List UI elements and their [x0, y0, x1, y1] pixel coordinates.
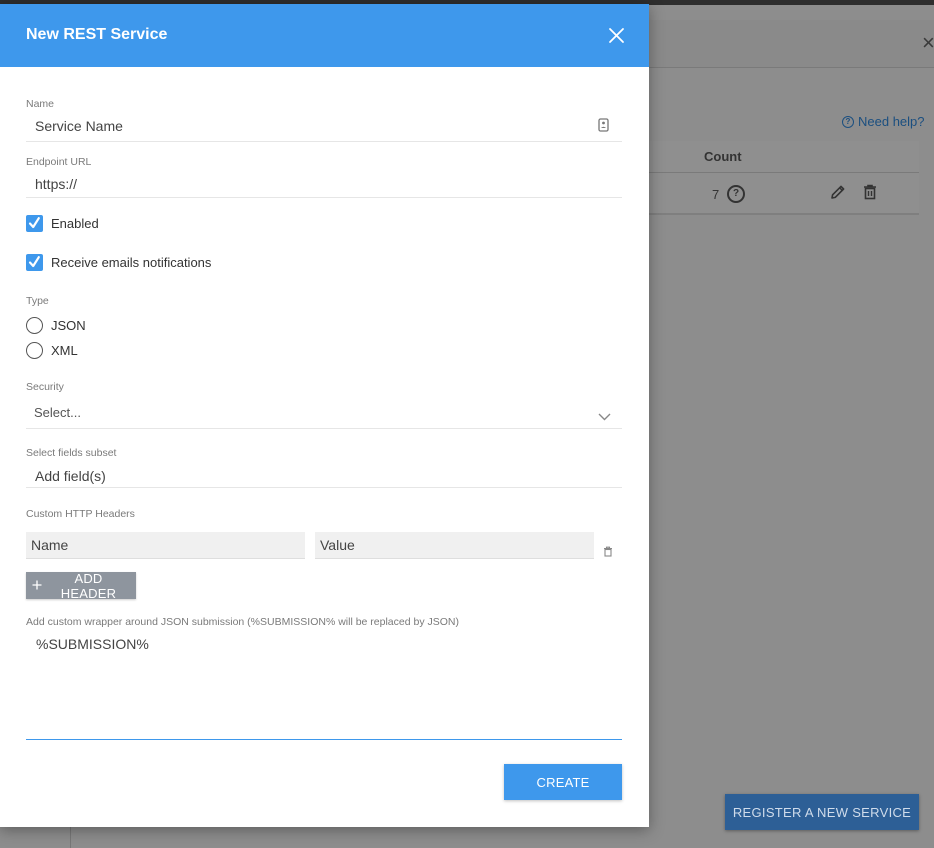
- need-help-label: Need help?: [858, 114, 925, 129]
- fields-subset-input[interactable]: [26, 464, 595, 488]
- json-wrapper-textarea[interactable]: %SUBMISSION%: [26, 634, 616, 731]
- fields-subset-wrapper: [26, 464, 622, 488]
- services-table: Count 7 ?: [649, 141, 919, 215]
- json-radio-label: JSON: [51, 318, 86, 333]
- security-select-value: Select...: [34, 405, 81, 420]
- question-circle-icon: ?: [727, 185, 745, 203]
- service-name-input[interactable]: [26, 114, 595, 138]
- enabled-checkbox[interactable]: [26, 215, 43, 232]
- new-rest-service-dialog: New REST Service Name Endpoint URL Enabl…: [0, 4, 649, 827]
- plus-icon: [32, 578, 42, 593]
- header-value-wrapper: [315, 532, 594, 559]
- endpoint-url-input[interactable]: [26, 172, 595, 196]
- count-column-header: Count: [704, 149, 742, 164]
- create-button[interactable]: CREATE: [504, 764, 622, 800]
- security-label: Security: [26, 381, 64, 393]
- add-header-label: ADD HEADER: [60, 570, 117, 601]
- custom-headers-label: Custom HTTP Headers: [26, 508, 135, 520]
- header-value-input[interactable]: [315, 532, 586, 558]
- endpoint-field-wrapper: [26, 172, 622, 198]
- type-label: Type: [26, 295, 49, 307]
- delete-header-trash-icon[interactable]: [603, 544, 613, 562]
- chevron-down-icon: [598, 408, 611, 426]
- dialog-title: New REST Service: [26, 26, 168, 43]
- need-help-link: ? Need help?: [842, 114, 925, 129]
- name-label: Name: [26, 98, 55, 110]
- endpoint-url-label: Endpoint URL: [26, 156, 92, 168]
- row-count-value: 7: [712, 187, 720, 202]
- checkmark-icon: [28, 217, 40, 229]
- fields-subset-label: Select fields subset: [26, 447, 117, 459]
- type-radio-xml[interactable]: XML: [26, 342, 78, 359]
- table-header: Count: [649, 141, 919, 173]
- pencil-icon: [829, 183, 847, 206]
- enabled-checkbox-row[interactable]: Enabled: [26, 215, 99, 232]
- register-new-service-button: REGISTER A NEW SERVICE: [725, 794, 919, 830]
- json-radio-button[interactable]: [26, 317, 43, 334]
- security-select[interactable]: Select...: [26, 400, 622, 429]
- header-name-wrapper: [26, 532, 305, 559]
- email-notifications-checkbox[interactable]: [26, 254, 43, 271]
- header-name-input[interactable]: [26, 532, 297, 558]
- checkmark-icon: [28, 256, 40, 268]
- close-icon[interactable]: [608, 27, 625, 44]
- xml-radio-button[interactable]: [26, 342, 43, 359]
- background-close-icon: ×: [922, 30, 934, 55]
- email-notifications-checkbox-row[interactable]: Receive emails notifications: [26, 254, 211, 271]
- help-icon: ?: [842, 115, 854, 128]
- email-notifications-label: Receive emails notifications: [51, 255, 212, 270]
- contact-card-icon: [598, 118, 609, 137]
- add-header-button[interactable]: ADD HEADER: [26, 570, 136, 601]
- type-radio-json[interactable]: JSON: [26, 317, 86, 334]
- wrapper-label: Add custom wrapper around JSON submissio…: [26, 616, 459, 628]
- name-field-wrapper: [26, 114, 622, 142]
- table-row: 7 ?: [649, 173, 919, 213]
- dialog-header: New REST Service: [0, 4, 649, 67]
- enabled-label: Enabled: [51, 216, 99, 231]
- wrapper-textarea-container: %SUBMISSION%: [26, 634, 622, 740]
- background-divider: [70, 826, 71, 848]
- xml-radio-label: XML: [51, 343, 78, 358]
- trash-icon: [862, 183, 878, 206]
